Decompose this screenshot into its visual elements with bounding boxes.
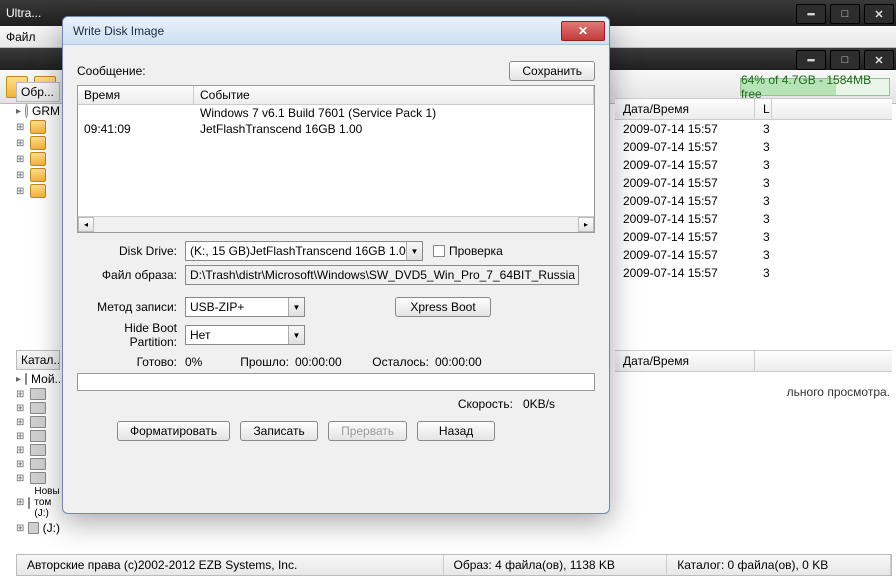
label-write-method: Метод записи: <box>77 300 185 314</box>
status-catalog: Каталог: 0 файла(ов), 0 KB <box>667 555 891 575</box>
verify-checkbox[interactable] <box>433 245 445 257</box>
drive-icon <box>28 522 38 534</box>
folder-icon <box>30 120 46 134</box>
capacity-text: 64% of 4.7GB - 1584MB free <box>741 73 889 101</box>
chevron-down-icon: ▼ <box>406 242 422 260</box>
drive-icon <box>30 388 46 400</box>
menu-file[interactable]: Файл <box>6 30 36 44</box>
secondary-min-button[interactable]: ━ <box>796 50 826 70</box>
msg-col-time[interactable]: Время <box>78 86 194 104</box>
back-button[interactable]: Назад <box>417 421 495 441</box>
value-remain: 00:00:00 <box>435 355 482 369</box>
computer-icon <box>25 373 27 385</box>
scroll-track[interactable] <box>94 217 578 232</box>
write-method-select[interactable]: USB-ZIP+ ▼ <box>185 297 305 317</box>
table-row[interactable]: 2009-07-14 15:573 <box>615 264 892 282</box>
value-speed: 0KB/s <box>523 397 555 411</box>
table-row[interactable]: 2009-07-14 15:573 <box>615 192 892 210</box>
progress-bar <box>77 373 595 391</box>
table-row[interactable]: 2009-07-14 15:573 <box>615 210 892 228</box>
preview-hint: льного просмотра. <box>787 385 890 399</box>
label-done: Готово: <box>77 355 185 369</box>
scroll-left-button[interactable]: ◂ <box>78 217 94 232</box>
table-row[interactable]: 2009-07-14 15:573 <box>615 246 892 264</box>
write-disk-image-dialog: Write Disk Image ✕ Сообщение: Сохранить … <box>62 16 610 514</box>
drive-icon <box>30 444 46 456</box>
status-copyright: Авторские права (c)2002-2012 EZB Systems… <box>17 555 444 575</box>
drive-icon <box>30 472 46 484</box>
chevron-down-icon: ▼ <box>288 326 304 344</box>
message-row: Windows 7 v6.1 Build 7601 (Service Pack … <box>78 105 594 121</box>
folder-icon <box>30 184 46 198</box>
table-row[interactable]: 2009-07-14 15:573 <box>615 156 892 174</box>
right-lower-list: Дата/Время <box>615 350 892 372</box>
value-done: 0% <box>185 355 235 369</box>
label-hide-boot: Hide Boot Partition: <box>77 321 185 349</box>
parent-min-button[interactable]: ━ <box>796 4 826 24</box>
image-file-field: D:\Trash\distr\Microsoft\Windows\SW_DVD5… <box>185 265 579 285</box>
col-hdr-date[interactable]: Дата/Время <box>615 99 755 119</box>
scroll-right-button[interactable]: ▸ <box>578 217 594 232</box>
cd-icon <box>25 104 28 118</box>
parent-close-button[interactable]: ✕ <box>864 4 894 24</box>
left-tree-pane: Обр... ▸GRM ⊞ ⊞ ⊞ ⊞ ⊞ Катал... ▸Мой... ⊞… <box>16 82 60 552</box>
status-image: Образ: 4 файла(ов), 1138 KB <box>444 555 668 575</box>
label-elapsed: Прошло: <box>235 355 295 369</box>
chevron-down-icon: ▼ <box>288 298 304 316</box>
label-verify: Проверка <box>449 244 503 258</box>
dialog-close-button[interactable]: ✕ <box>561 21 605 41</box>
table-row[interactable]: 2009-07-14 15:573 <box>615 228 892 246</box>
format-button[interactable]: Форматировать <box>117 421 230 441</box>
drive-icon <box>30 430 46 442</box>
table-row[interactable]: 2009-07-14 15:573 <box>615 120 892 138</box>
value-elapsed: 00:00:00 <box>295 355 365 369</box>
disk-drive-select[interactable]: (K:, 15 GB)JetFlashTranscend 16GB 1.00 ▼ <box>185 241 423 261</box>
drive-icon <box>30 458 46 470</box>
tree-header-image: Обр... <box>16 82 60 102</box>
table-row[interactable]: 2009-07-14 15:573 <box>615 174 892 192</box>
secondary-close-button[interactable]: ✕ <box>864 50 894 70</box>
abort-button: Прервать <box>328 421 407 441</box>
msg-col-event[interactable]: Событие <box>194 86 594 104</box>
right-list: Дата/Время L 2009-07-14 15:5732009-07-14… <box>615 98 892 552</box>
dialog-titlebar[interactable]: Write Disk Image ✕ <box>63 17 609 45</box>
drive-icon <box>30 416 46 428</box>
col-hdr-date-lower[interactable]: Дата/Время <box>615 351 755 371</box>
parent-max-button[interactable]: □ <box>830 4 860 24</box>
write-button[interactable]: Записать <box>240 421 318 441</box>
capacity-bar: 64% of 4.7GB - 1584MB free <box>740 78 890 96</box>
save-button[interactable]: Сохранить <box>509 61 595 81</box>
label-speed: Скорость: <box>458 397 523 411</box>
hide-boot-select[interactable]: Нет ▼ <box>185 325 305 345</box>
dialog-title: Write Disk Image <box>73 24 561 38</box>
tree-header-catalog: Катал... <box>16 350 60 370</box>
folder-icon <box>30 136 46 150</box>
xpress-boot-button[interactable]: Xpress Boot <box>395 297 491 317</box>
col-hdr-l[interactable]: L <box>755 99 772 119</box>
folder-icon <box>30 152 46 166</box>
label-message: Сообщение: <box>77 64 146 78</box>
label-image-file: Файл образа: <box>77 268 185 282</box>
message-row: 09:41:09JetFlashTranscend 16GB 1.00 <box>78 121 594 137</box>
secondary-max-button[interactable]: □ <box>830 50 860 70</box>
statusbar: Авторские права (c)2002-2012 EZB Systems… <box>16 554 892 576</box>
drive-icon <box>28 497 30 509</box>
drive-icon <box>30 402 46 414</box>
folder-icon <box>30 168 46 182</box>
message-list: Время Событие Windows 7 v6.1 Build 7601 … <box>77 85 595 233</box>
table-row[interactable]: 2009-07-14 15:573 <box>615 138 892 156</box>
label-disk-drive: Disk Drive: <box>77 244 185 258</box>
label-remain: Осталось: <box>365 355 435 369</box>
